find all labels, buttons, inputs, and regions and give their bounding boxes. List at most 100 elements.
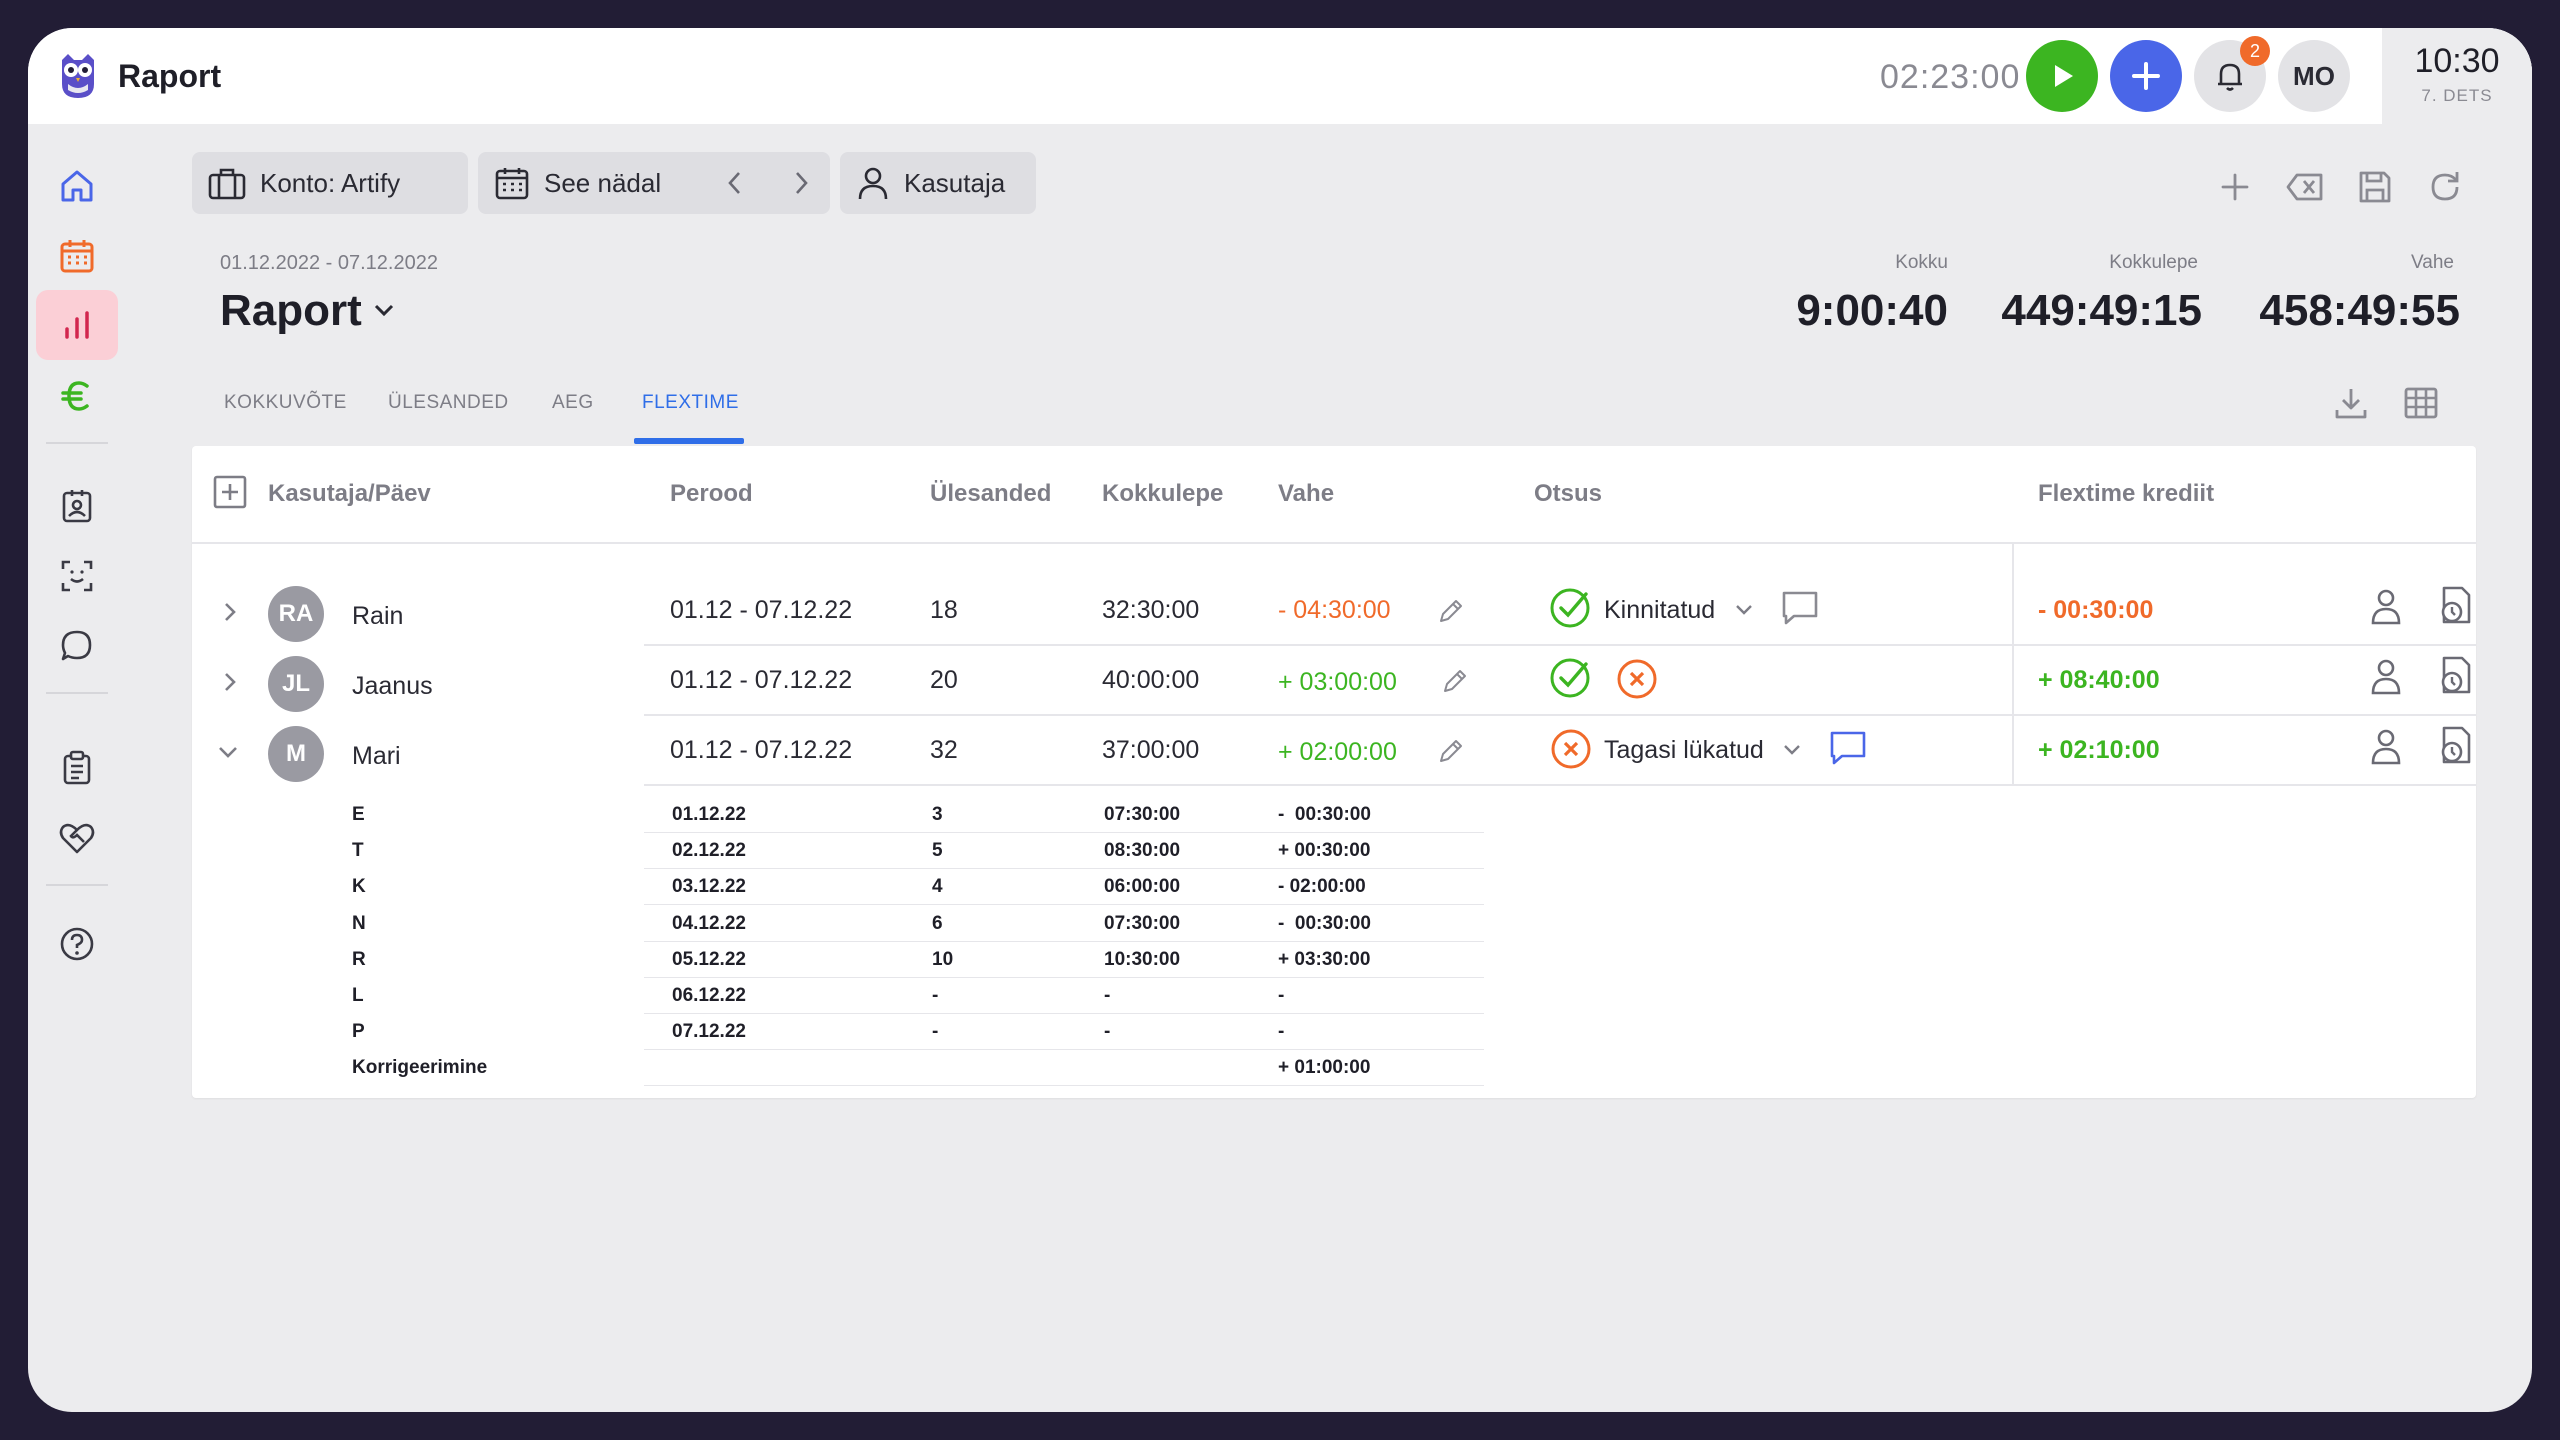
approve-button[interactable] [1548,656,1592,700]
day-date: 06.12.22 [672,985,746,1006]
user-avatar-button[interactable]: MO [2278,40,2350,112]
header-agreed[interactable]: Kokkulepe [1102,480,1223,508]
clock: 10:30 7. DETS [2382,28,2532,124]
header-flextime-credit[interactable]: Flextime krediit [2038,480,2214,508]
table-icon [2404,387,2438,419]
sidebar-item-face-scan[interactable] [36,544,118,608]
decision-status[interactable]: Tagasi lükatud [1604,736,1764,765]
notifications-button[interactable]: 2 [2194,36,2270,112]
day-label: L [352,985,364,1006]
chevron-down-icon[interactable] [1782,742,1802,758]
tab-flextime[interactable]: FLEXTIME [642,392,739,414]
sidebar-divider [46,884,108,886]
chevron-down-icon[interactable] [372,302,396,323]
sidebar-item-calendar[interactable] [36,224,118,288]
comment-icon[interactable] [1780,588,1820,628]
header-decision[interactable]: Otsus [1534,480,1602,508]
tab-summary[interactable]: KOKKUVÕTE [224,392,347,414]
day-agreed: 07:30:00 [1104,913,1181,934]
active-tab-indicator [634,438,744,444]
comment-icon[interactable] [1828,728,1868,768]
add-entry-button[interactable] [2110,40,2182,112]
day-tasks: 5 [932,840,943,861]
start-timer-button[interactable] [2026,40,2098,112]
agreed-cell: 37:00:00 [1102,736,1200,764]
previous-period-button[interactable] [718,166,752,200]
sidebar-item-contacts[interactable] [36,474,118,538]
add-button[interactable] [2212,164,2258,210]
sidebar-item-reports[interactable] [36,290,118,360]
sidebar-item-agreements[interactable] [36,806,118,870]
table-view-button[interactable] [2398,380,2444,426]
sidebar-item-help[interactable] [36,912,118,976]
row-divider [644,1013,1484,1014]
clipboard-icon [63,750,91,785]
agreed-cell: 32:30:00 [1102,596,1200,624]
account-filter[interactable]: Konto: Artify [192,152,468,214]
day-label: N [352,913,366,934]
sidebar-item-home[interactable] [36,154,118,218]
day-agreed: 08:30:00 [1104,840,1181,861]
tab-time[interactable]: AEG [552,392,594,414]
sidebar-item-messages[interactable] [36,614,118,678]
timesheet-icon[interactable] [2436,724,2476,766]
period-cell: 01.12 - 07.12.22 [670,666,853,694]
sidebar-item-tasks[interactable] [36,736,118,800]
correction-diff: + 01:00:00 [1278,1057,1371,1078]
day-date: 05.12.22 [672,949,746,970]
credit-cell: + 08:40:00 [2038,666,2160,694]
euro-icon [61,381,89,411]
save-button[interactable] [2352,164,2398,210]
approve-check-icon[interactable] [1548,586,1592,630]
rejected-x-icon[interactable] [1550,728,1592,770]
pencil-icon [1440,600,1462,622]
stat-diff-label: Vahe [2411,252,2454,273]
chevron-right-icon[interactable] [222,600,238,624]
tasks-cell: 18 [930,596,958,624]
timesheet-icon[interactable] [2436,584,2476,626]
sidebar-item-billing[interactable] [36,364,118,428]
chevron-down-icon[interactable] [216,744,240,760]
timesheet-icon[interactable] [2436,654,2476,696]
clear-button[interactable] [2282,164,2328,210]
owl-logo-icon [54,50,102,102]
next-period-button[interactable] [784,166,818,200]
period-filter[interactable]: See nädal [478,152,830,214]
expand-all-button[interactable] [212,474,248,510]
edit-diff-button[interactable] [1440,666,1470,696]
contact-card-icon [62,490,92,523]
header-diff[interactable]: Vahe [1278,480,1334,508]
period-filter-label: See nädal [544,167,662,198]
chevron-right-icon[interactable] [222,670,238,694]
tasks-cell: 32 [930,736,958,764]
user-filter[interactable]: Kasutaja [840,152,1036,214]
chevron-right-icon [796,172,808,194]
user-profile-icon[interactable] [2368,726,2404,766]
header-user-day[interactable]: Kasutaja/Päev [268,480,431,508]
diff-cell: + 03:00:00 [1278,668,1397,696]
day-tasks: 10 [932,949,954,970]
user-profile-icon[interactable] [2368,586,2404,626]
row-divider [644,941,1484,942]
download-button[interactable] [2328,380,2374,426]
header-period[interactable]: Perood [670,480,753,508]
reject-button[interactable] [1616,658,1658,700]
bar-chart-icon [65,311,89,339]
user-profile-icon[interactable] [2368,656,2404,696]
decision-status[interactable]: Kinnitatud [1604,596,1715,625]
home-icon [61,170,93,202]
x-circle-icon [1617,659,1657,699]
period-cell: 01.12 - 07.12.22 [670,736,853,764]
refresh-button[interactable] [2422,164,2468,210]
plus-icon [2221,173,2249,201]
day-label: P [352,1021,365,1042]
edit-diff-button[interactable] [1436,596,1466,626]
row-divider [644,784,2476,786]
page-title[interactable]: Raport [220,286,362,336]
chevron-down-icon[interactable] [1734,602,1754,618]
header-tasks[interactable]: Ülesanded [930,480,1051,508]
row-divider [644,714,2476,716]
tab-tasks[interactable]: ÜLESANDED [388,392,509,414]
day-diff: - 02:00:00 [1278,876,1366,897]
edit-diff-button[interactable] [1436,736,1466,766]
